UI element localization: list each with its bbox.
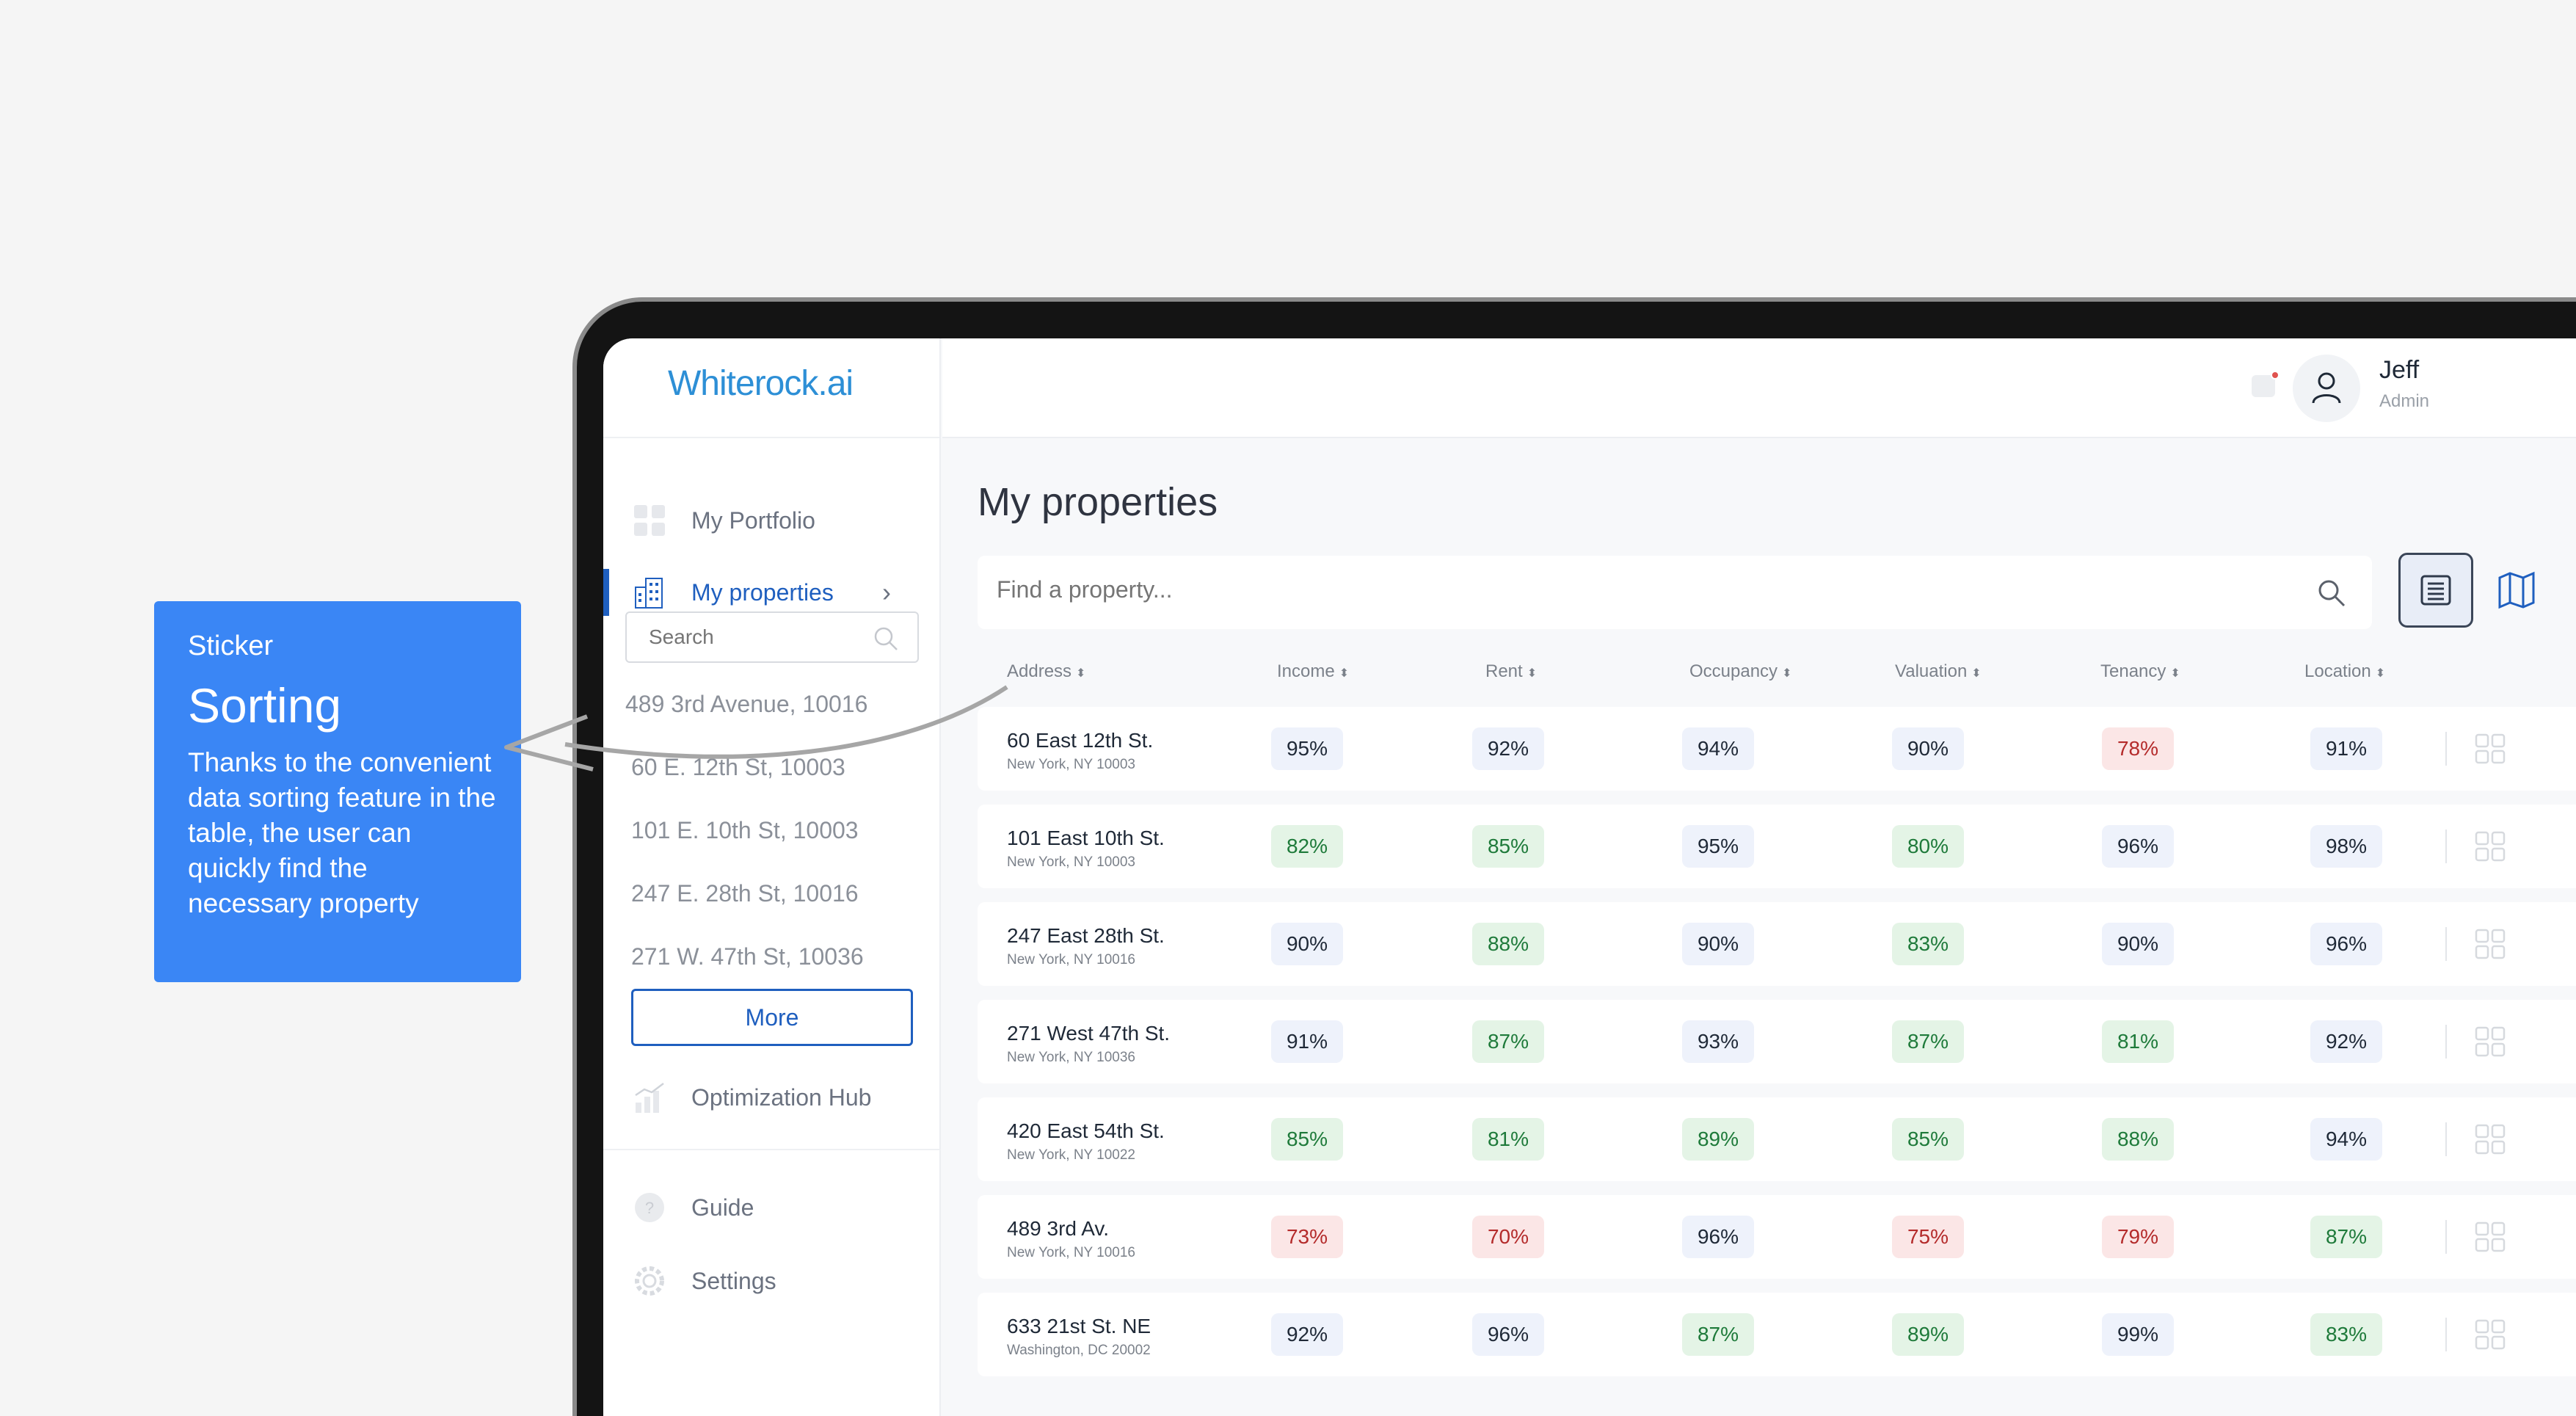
arrow-annotation (504, 685, 1008, 771)
